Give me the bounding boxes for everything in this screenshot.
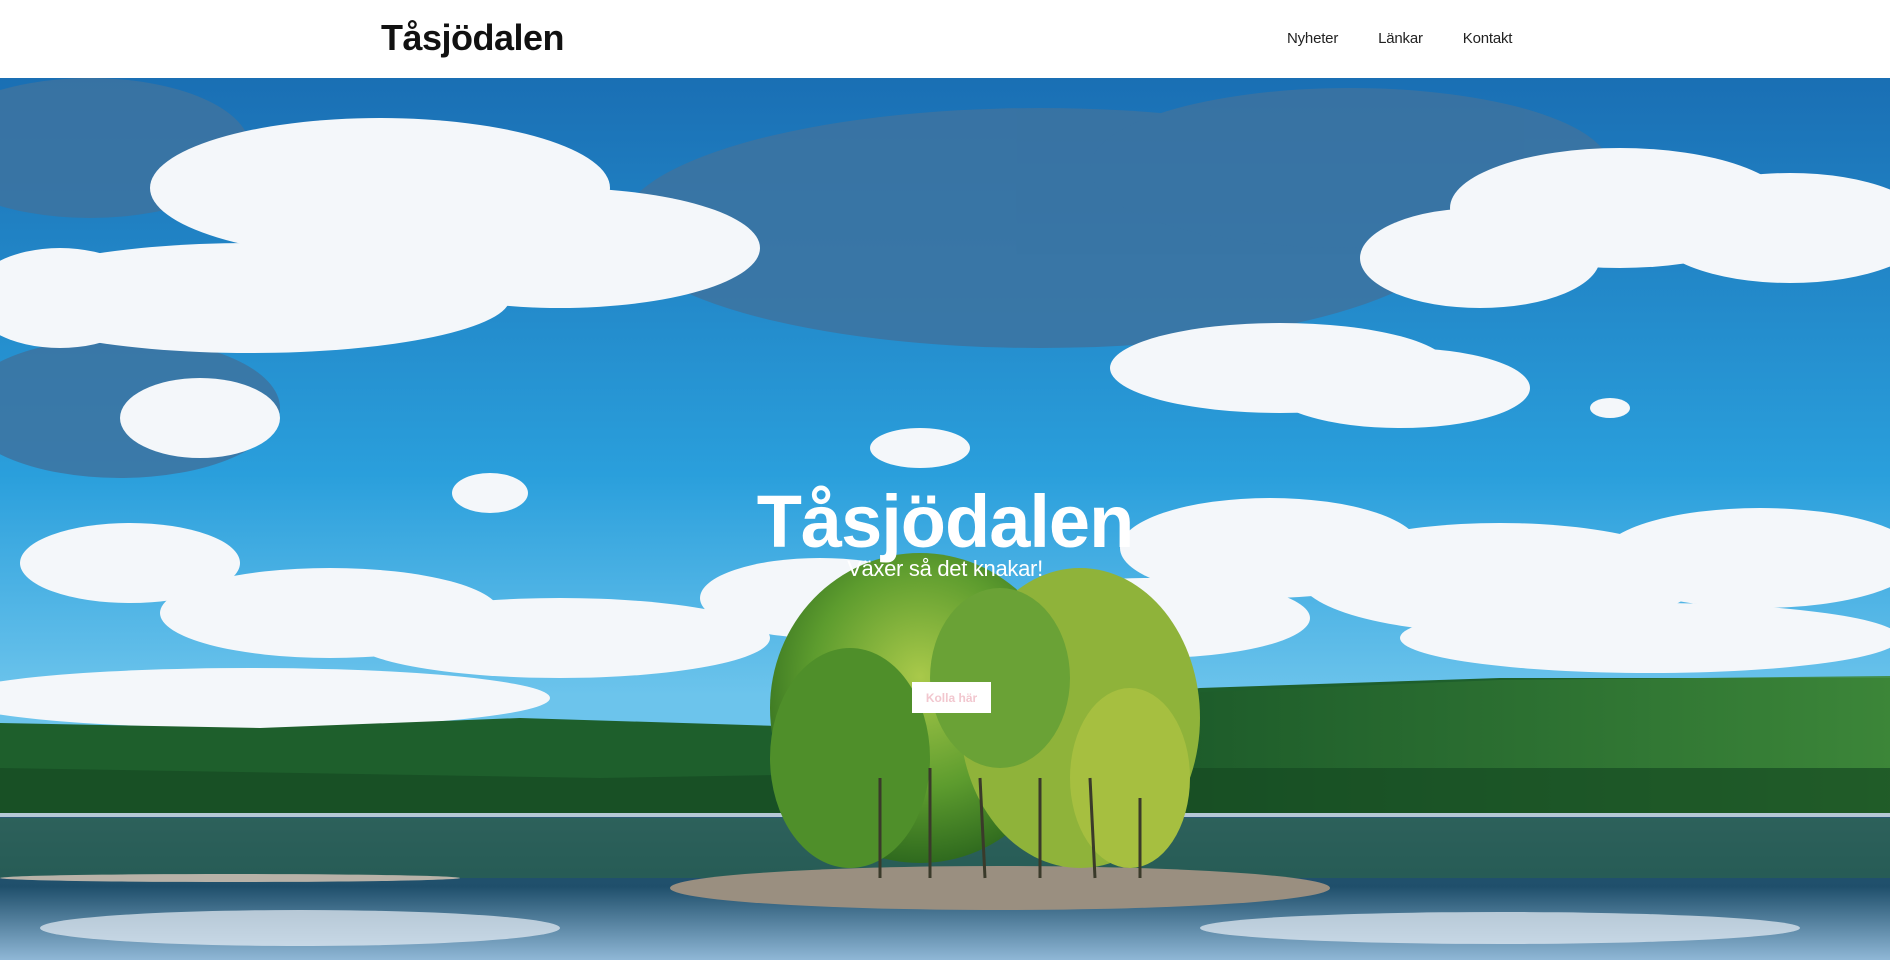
nav-item-nyheter[interactable]: Nyheter — [1287, 30, 1338, 47]
kolla-har-button[interactable]: Kolla här — [912, 682, 991, 713]
hero-title: Tåsjödalen — [756, 480, 1135, 563]
site-logo[interactable]: Tåsjödalen — [381, 17, 565, 59]
nav-item-lankar[interactable]: Länkar — [1378, 30, 1423, 47]
nav-item-kontakt[interactable]: Kontakt — [1463, 30, 1513, 47]
hero-section: Tåsjödalen Växer så det knakar! Kolla hä… — [0, 78, 1890, 960]
main-nav: Nyheter Länkar Kontakt — [1287, 30, 1552, 47]
site-header: Tåsjödalen Nyheter Länkar Kontakt — [0, 0, 1890, 78]
hero-subtitle: Växer så det knakar! — [847, 556, 1043, 581]
